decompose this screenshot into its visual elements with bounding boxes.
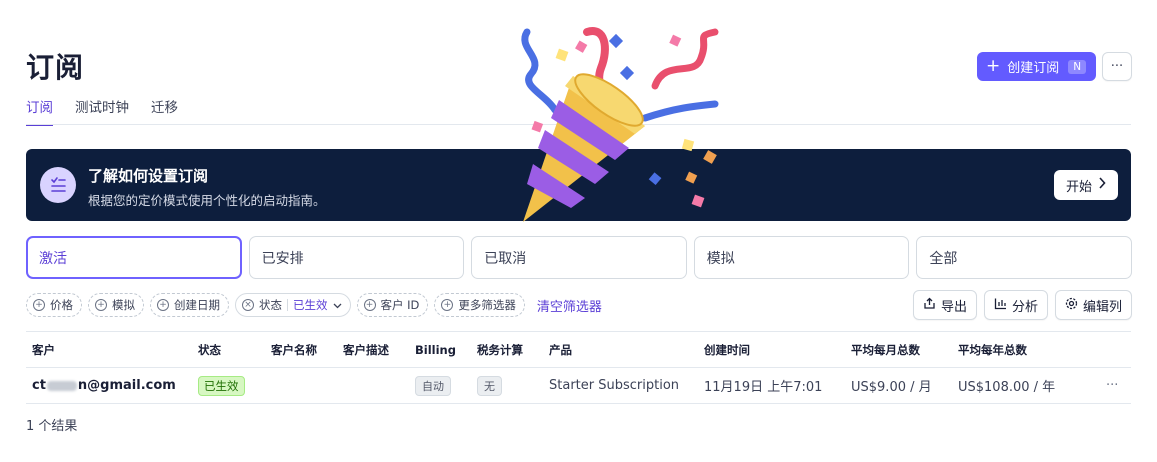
- plus-circle-icon: +: [157, 299, 169, 311]
- tax-badge: 无: [477, 375, 502, 396]
- created-cell: 11月19日 上午7:01: [704, 380, 823, 395]
- tax-cell: 无: [477, 368, 502, 403]
- filter-chip-label: 价格: [50, 298, 73, 312]
- filter-chip-created-date[interactable]: + 创建日期: [150, 293, 229, 317]
- monthly-total-cell: US$9.00 / 月: [851, 380, 932, 395]
- status-card-scheduled[interactable]: 已安排: [248, 236, 465, 279]
- email-prefix: ct: [32, 378, 46, 393]
- filter-chip-label: 模拟: [112, 298, 135, 312]
- edit-columns-label: 编辑列: [1082, 299, 1122, 315]
- chevron-right-icon: [1098, 177, 1106, 193]
- chip-divider: [287, 299, 288, 311]
- row-more-button[interactable]: ···: [1106, 368, 1118, 403]
- more-options-button[interactable]: ···: [1102, 52, 1132, 81]
- column-header-monthly-total[interactable]: 平均每月总数: [851, 332, 920, 367]
- table-actions: 导出 分析 编辑列: [912, 290, 1132, 320]
- table-row[interactable]: ct n@gmail.com 已生效 自动 无 Starter Subscript…: [26, 368, 1131, 404]
- filter-chip-label: 更多筛选器: [458, 298, 516, 312]
- tab-test-clocks[interactable]: 测试时钟: [75, 96, 129, 126]
- page-tabs: 订阅 测试时钟 迁移: [26, 96, 178, 126]
- filter-chip-price[interactable]: + 价格: [26, 293, 82, 317]
- billing-badge: 自动: [415, 375, 451, 396]
- create-subscription-label: 创建订阅: [1007, 61, 1060, 76]
- chevron-down-icon: [333, 298, 342, 312]
- bar-chart-icon: [994, 297, 1007, 314]
- filter-chip-value: 已生效: [293, 298, 328, 312]
- shortcut-badge: N: [1068, 59, 1087, 74]
- status-card-all[interactable]: 全部: [916, 236, 1132, 279]
- plus-icon: +: [986, 56, 1001, 76]
- filter-chip-customer-id[interactable]: + 客户 ID: [356, 293, 429, 317]
- start-button-label: 开始: [1065, 179, 1092, 195]
- billing-cell: 自动: [415, 368, 451, 403]
- filter-chip-label: 创建日期: [174, 298, 220, 312]
- product-cell: Starter Subscription: [549, 378, 680, 393]
- status-card-active[interactable]: 激活: [26, 236, 242, 279]
- column-header-product[interactable]: 产品: [549, 332, 572, 367]
- plus-circle-icon: +: [363, 299, 376, 311]
- gear-icon: [1065, 297, 1078, 314]
- filter-chip-label: 状态: [259, 298, 282, 312]
- edit-columns-button[interactable]: 编辑列: [1054, 290, 1132, 320]
- column-header-billing[interactable]: Billing: [415, 332, 456, 367]
- status-cell: 已生效: [198, 368, 245, 403]
- column-header-status[interactable]: 状态: [198, 332, 221, 367]
- plus-circle-icon: +: [95, 299, 107, 311]
- status-filter-cards: 激活 已安排 已取消 模拟 全部: [26, 236, 1132, 279]
- close-circle-icon[interactable]: ×: [242, 299, 254, 311]
- analyze-label: 分析: [1011, 299, 1038, 315]
- status-badge: 已生效: [198, 375, 245, 396]
- column-header-customer[interactable]: 客户: [32, 332, 55, 367]
- column-header-customer-name[interactable]: 客户名称: [271, 332, 317, 367]
- results-count: 1 个结果: [26, 419, 78, 434]
- status-card-simulated[interactable]: 模拟: [693, 236, 910, 279]
- email-suffix: n@gmail.com: [77, 378, 176, 393]
- subscriptions-table: 客户 状态 客户名称 客户描述 Billing 税务计算 产品 创建时间 平均每…: [26, 331, 1131, 404]
- banner-title: 了解如何设置订阅: [88, 167, 209, 185]
- filter-chip-status[interactable]: × 状态 已生效: [235, 293, 351, 317]
- column-header-yearly-total[interactable]: 平均每年总数: [958, 332, 1027, 367]
- filter-bar: + 价格 + 模拟 + 创建日期 × 状态 已生效 + 客户 ID + 更多筛选…: [26, 293, 602, 317]
- analyze-button[interactable]: 分析: [983, 290, 1048, 320]
- banner-subtitle: 根据您的定价模式使用个性化的启动指南。: [88, 193, 326, 208]
- filter-chip-label: 客户 ID: [380, 298, 420, 312]
- redacted-text: [46, 380, 77, 391]
- filter-chip-more-filters[interactable]: + 更多筛选器: [434, 293, 525, 317]
- column-header-customer-description[interactable]: 客户描述: [343, 332, 389, 367]
- tab-migrations[interactable]: 迁移: [151, 96, 178, 126]
- plus-circle-icon: +: [33, 299, 45, 311]
- page-title: 订阅: [26, 51, 85, 84]
- clear-filters-link[interactable]: 清空筛选器: [537, 296, 602, 315]
- party-popper-icon: [505, 18, 745, 233]
- export-button[interactable]: 导出: [912, 290, 977, 320]
- checklist-icon: [40, 167, 76, 203]
- filter-chip-simulated[interactable]: + 模拟: [88, 293, 144, 317]
- plus-circle-icon: +: [441, 299, 454, 311]
- export-label: 导出: [940, 299, 967, 315]
- customer-email[interactable]: ct n@gmail.com: [32, 368, 176, 403]
- table-header: 客户 状态 客户名称 客户描述 Billing 税务计算 产品 创建时间 平均每…: [26, 331, 1131, 368]
- column-header-created[interactable]: 创建时间: [704, 332, 750, 367]
- start-button[interactable]: 开始: [1054, 170, 1118, 200]
- create-subscription-button[interactable]: + 创建订阅 N: [977, 52, 1096, 81]
- tab-subscriptions[interactable]: 订阅: [26, 96, 53, 126]
- status-card-canceled[interactable]: 已取消: [471, 236, 687, 279]
- yearly-total-cell: US$108.00 / 年: [958, 380, 1056, 395]
- export-icon: [923, 297, 936, 314]
- column-header-tax[interactable]: 税务计算: [477, 332, 523, 367]
